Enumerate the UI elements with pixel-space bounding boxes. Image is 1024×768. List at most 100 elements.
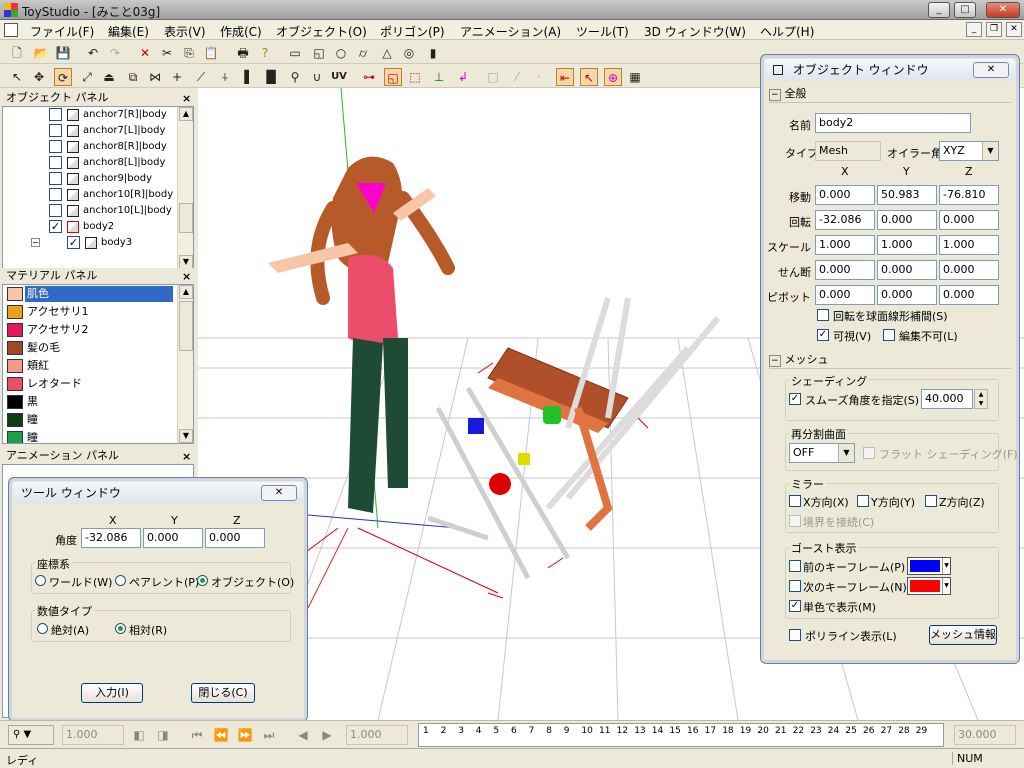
mesh-info-button[interactable]: メッシュ情報 xyxy=(929,625,997,645)
world-radio[interactable] xyxy=(35,575,46,586)
next-frame-icon[interactable]: ⏩ xyxy=(236,726,254,744)
timeline-value-1[interactable]: 1.000 xyxy=(62,725,124,745)
tree-item[interactable]: − ✓ body3 xyxy=(3,235,193,251)
tool-window-close-button[interactable]: ✕ xyxy=(261,485,297,501)
material-list-scrollbar[interactable]: ▲ ▼ xyxy=(177,285,193,443)
shear-x-input[interactable]: 0.000 xyxy=(815,260,875,280)
prev-frame-icon[interactable]: ⏪ xyxy=(212,726,230,744)
snap-x-icon[interactable]: ⇤ xyxy=(556,68,574,86)
translate-x-input[interactable]: 0.000 xyxy=(815,185,875,205)
frame-tick[interactable]: 2 xyxy=(441,726,447,736)
move-icon[interactable]: ✥ xyxy=(30,68,48,86)
menu-object[interactable]: オブジェクト(O) xyxy=(276,23,367,40)
select-arrow-icon[interactable]: ↖ xyxy=(8,68,26,86)
play-back-icon[interactable]: ◀ xyxy=(294,726,312,744)
material-item[interactable]: 黒 xyxy=(3,393,193,411)
frame-tick[interactable]: 26 xyxy=(863,726,874,736)
frame-tick[interactable]: 16 xyxy=(687,726,698,736)
create-plane-icon[interactable]: ▮ xyxy=(424,44,442,62)
visibility-checkbox[interactable] xyxy=(49,188,62,201)
hierarchy-icon[interactable]: ⊶ xyxy=(360,68,378,86)
end-frame-field[interactable]: 30.000 xyxy=(954,725,1016,745)
rotate-z-input[interactable]: 0.000 xyxy=(939,210,999,230)
scale-x-input[interactable]: 1.000 xyxy=(815,235,875,255)
mdi-minimize-button[interactable]: _ xyxy=(966,22,982,37)
frame-tick[interactable]: 24 xyxy=(828,726,839,736)
material-item[interactable]: 肌色 xyxy=(3,285,193,303)
gizmo-x-handle[interactable] xyxy=(489,473,511,495)
frame-tick[interactable]: 6 xyxy=(511,726,517,736)
object-panel-close-icon[interactable]: × xyxy=(182,92,191,105)
frame-tick[interactable]: 18 xyxy=(722,726,733,736)
translate-z-input[interactable]: -76.810 xyxy=(939,185,999,205)
fill-icon[interactable]: █ xyxy=(262,68,280,86)
redo-icon[interactable]: ↷ xyxy=(106,44,124,62)
locked-checkbox[interactable] xyxy=(883,329,895,341)
maximize-button[interactable]: □ xyxy=(954,2,976,18)
menu-edit[interactable]: 編集(E) xyxy=(108,23,149,40)
magnet-icon[interactable]: ∪ xyxy=(308,68,326,86)
play-icon[interactable]: ▶ xyxy=(318,726,336,744)
uv-icon[interactable]: UV xyxy=(330,68,348,86)
pivot-y-input[interactable]: 0.000 xyxy=(877,285,937,305)
rotate-y-input[interactable]: 0.000 xyxy=(877,210,937,230)
next-key-icon[interactable]: ◨ xyxy=(154,726,172,744)
cut-edge-icon[interactable]: ⍭ xyxy=(216,68,234,86)
next-key-color-picker[interactable]: ▼ xyxy=(907,577,951,595)
scroll-down-icon[interactable]: ▼ xyxy=(179,255,193,269)
smooth-checkbox[interactable]: ✓ xyxy=(789,393,801,405)
frame-ruler[interactable]: 1 2 3 4 5 6 7 8 9 10 11 12 13 14 15 16 17 18 19 20 21 22 23 24 2… xyxy=(418,723,944,747)
gizmo-y-handle[interactable] xyxy=(543,406,561,424)
grid-icon[interactable]: ▦ xyxy=(626,68,644,86)
visibility-checkbox[interactable] xyxy=(49,140,62,153)
object-tree-scrollbar[interactable]: ▲ ▼ xyxy=(177,107,193,269)
slerp-checkbox[interactable] xyxy=(817,309,829,321)
create-cylinder-icon[interactable]: ⌭ xyxy=(354,44,372,62)
material-item[interactable]: 頬紅 xyxy=(3,357,193,375)
mirror-z-checkbox[interactable] xyxy=(925,495,937,507)
flat-shading-checkbox[interactable] xyxy=(863,447,875,459)
key-tool-dropdown[interactable]: ⚲ ▼ xyxy=(8,725,54,745)
scroll-thumb[interactable] xyxy=(179,203,193,233)
snap-y-icon[interactable]: ↖ xyxy=(580,68,598,86)
input-button[interactable]: 入力(I) xyxy=(81,683,143,703)
scroll-up-icon[interactable]: ▲ xyxy=(179,107,193,121)
parent-radio[interactable] xyxy=(115,575,126,586)
absolute-radio[interactable] xyxy=(37,623,48,634)
material-item[interactable]: レオタード xyxy=(3,375,193,393)
tree-item[interactable]: anchor8[R]|body xyxy=(3,139,193,155)
pivot-x-input[interactable]: 0.000 xyxy=(815,285,875,305)
section-general[interactable]: − 全般 xyxy=(769,85,1011,103)
mono-checkbox[interactable]: ✓ xyxy=(789,600,801,612)
help-icon[interactable]: ? xyxy=(256,44,274,62)
menu-create[interactable]: 作成(C) xyxy=(220,23,262,40)
frame-tick[interactable]: 23 xyxy=(810,726,821,736)
visibility-checkbox[interactable] xyxy=(49,124,62,137)
pivot-icon[interactable]: ↲ xyxy=(454,68,472,86)
tree-collapse-icon[interactable]: − xyxy=(31,238,40,247)
mdi-restore-button[interactable]: ❐ xyxy=(986,22,1002,37)
frame-tick[interactable]: 20 xyxy=(757,726,768,736)
euler-dropdown[interactable]: XYZ ▼ xyxy=(939,141,999,161)
tree-item[interactable]: anchor8[L]|body xyxy=(3,155,193,171)
menu-3d-window[interactable]: 3D ウィンドウ(W) xyxy=(644,23,746,40)
material-panel-close-icon[interactable]: × xyxy=(182,270,191,283)
scroll-thumb[interactable] xyxy=(179,301,193,351)
create-cone-icon[interactable]: △ xyxy=(378,44,396,62)
frame-tick[interactable]: 14 xyxy=(652,726,663,736)
menu-view[interactable]: 表示(V) xyxy=(164,23,206,40)
frame-tick[interactable]: 22 xyxy=(793,726,804,736)
object-mode-icon[interactable]: ◱ xyxy=(384,68,402,86)
menu-polygon[interactable]: ポリゴン(P) xyxy=(380,23,445,40)
undo-icon[interactable]: ↶ xyxy=(84,44,102,62)
knife-icon[interactable]: ⟋ xyxy=(192,68,210,86)
frame-tick[interactable]: 28 xyxy=(898,726,909,736)
object-window-close-button[interactable]: ✕ xyxy=(973,62,1009,78)
tree-item[interactable]: anchor10[R]|body xyxy=(3,187,193,203)
frame-tick[interactable]: 11 xyxy=(599,726,610,736)
angle-z-input[interactable]: 0.000 xyxy=(205,528,265,548)
minimize-button[interactable]: _ xyxy=(928,2,950,18)
polyline-checkbox[interactable] xyxy=(789,629,801,641)
frame-tick[interactable]: 13 xyxy=(634,726,645,736)
tree-item[interactable]: ✓ body2 xyxy=(3,219,193,235)
